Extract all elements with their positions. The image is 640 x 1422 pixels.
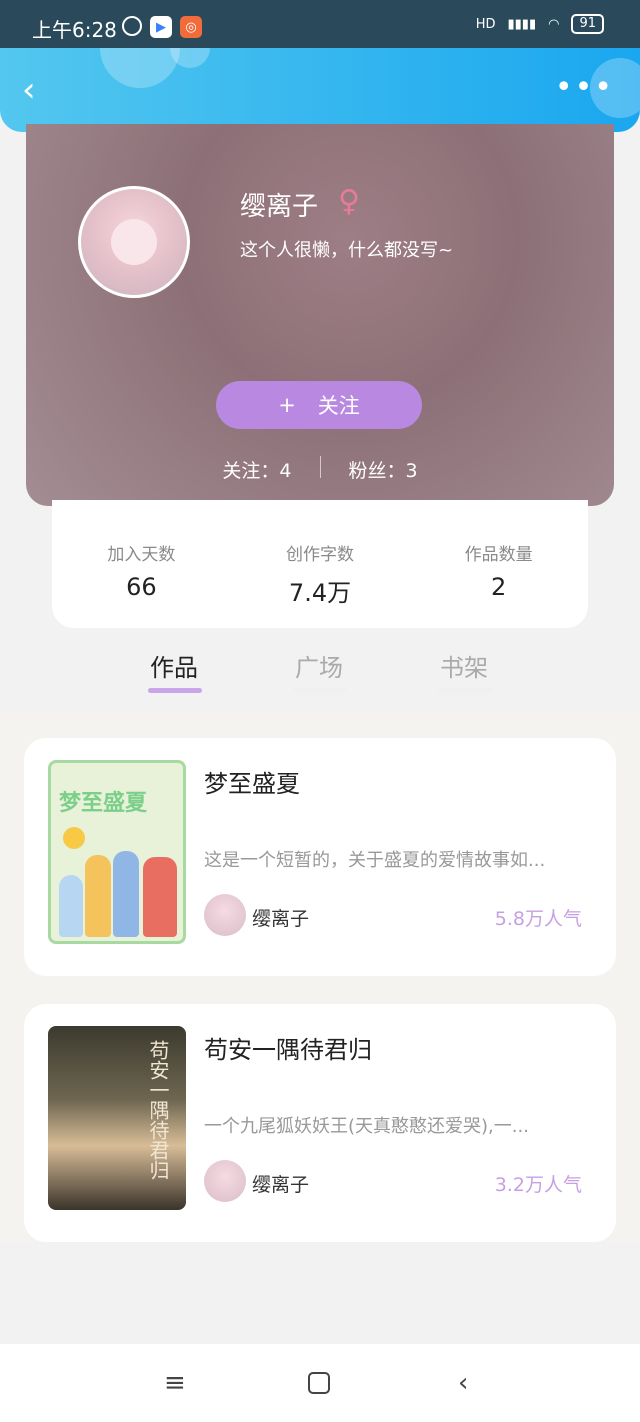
figure-illustration (113, 851, 139, 937)
book-cover[interactable]: 梦至盛夏 (48, 760, 186, 944)
status-right: HD ▮▮▮▮ ◠ 91 (476, 14, 604, 34)
stat-label: 加入天数 (107, 545, 176, 565)
plus-icon: + (278, 393, 296, 417)
tab-works[interactable]: 作品 (150, 648, 198, 683)
stat-word-count: 创作字数 7.4万 (231, 500, 410, 628)
tab-indicator (438, 688, 492, 693)
square-home-icon[interactable] (308, 1372, 330, 1394)
stat-value: 66 (126, 573, 157, 601)
stat-value: 2 (491, 573, 507, 601)
work-title[interactable]: 苟安一隅待君归 (204, 1030, 372, 1065)
decor-bubble (100, 48, 180, 88)
sun-illustration (63, 827, 85, 849)
stat-label: 作品数量 (464, 545, 533, 565)
work-title[interactable]: 梦至盛夏 (204, 764, 300, 799)
fans-count[interactable]: 粉丝：3 (349, 456, 418, 483)
work-description: 这是一个短暂的，关于盛夏的爱情故事如... (204, 850, 546, 871)
follow-button[interactable]: + 关注 (216, 381, 422, 429)
cover-title: 苟安一隅待君归 (146, 1040, 170, 1180)
stat-works-count: 作品数量 2 (409, 500, 588, 628)
divider (319, 456, 321, 478)
status-bar: 上午6:28 ▶ ◎ HD ▮▮▮▮ ◠ 91 (0, 0, 640, 48)
top-header: ‹ ••• (0, 48, 640, 132)
alarm-icon (122, 16, 142, 36)
cover-title: 梦至盛夏 (59, 791, 148, 816)
back-icon[interactable]: ‹ (458, 1370, 468, 1396)
work-description: 一个九尾狐妖妖王(天真憨憨还爱哭),一... (204, 1116, 529, 1137)
figure-illustration (143, 857, 177, 937)
battery-indicator: 91 (571, 14, 604, 34)
profile-card: 缨离子 ♀ 这个人很懒，什么都没写~ + 关注 关注：4 粉丝：3 (26, 124, 614, 506)
book-cover[interactable]: 苟安一隅待君归 (48, 1026, 186, 1210)
back-button[interactable]: ‹ (22, 73, 54, 107)
author-avatar (204, 894, 246, 936)
follow-counts: 关注：4 粉丝：3 (26, 456, 614, 483)
stat-value: 7.4万 (288, 579, 352, 607)
author-avatar (204, 1160, 246, 1202)
following-count[interactable]: 关注：4 (222, 456, 291, 483)
avatar[interactable] (78, 186, 190, 298)
tab-square[interactable]: 广场 (295, 648, 343, 683)
signal-icon: ▮▮▮▮ (507, 16, 537, 32)
system-nav-bar: ≡ ‹ (0, 1344, 640, 1422)
list-item[interactable]: 梦至盛夏 梦至盛夏 这是一个短暂的，关于盛夏的爱情故事如... 缨离子 5.8万… (24, 738, 616, 976)
works-list: 梦至盛夏 梦至盛夏 这是一个短暂的，关于盛夏的爱情故事如... 缨离子 5.8万… (0, 712, 640, 1242)
figure-illustration (59, 875, 83, 937)
stat-label: 创作字数 (286, 545, 354, 565)
tab-bar: 作品 广场 书架 (0, 640, 640, 712)
work-popularity: 5.8万人气 (494, 908, 582, 930)
menu-icon[interactable]: ≡ (164, 1370, 186, 1396)
wifi-icon: ◠ (548, 16, 560, 32)
figure-illustration (85, 855, 111, 937)
status-time: 上午6:28 (32, 18, 117, 42)
status-app-icons: ▶ ◎ (122, 16, 202, 38)
tab-indicator-active (148, 688, 202, 693)
more-button[interactable]: ••• (555, 73, 614, 103)
app-notification-icon: ◎ (180, 16, 202, 38)
stats-panel: 加入天数 66 创作字数 7.4万 作品数量 2 (52, 500, 588, 628)
play-store-icon: ▶ (150, 16, 172, 38)
profile-name: 缨离子 (240, 192, 319, 222)
tab-indicator (293, 688, 347, 693)
work-author: 缨离子 (252, 1174, 310, 1196)
list-item[interactable]: 苟安一隅待君归 苟安一隅待君归 一个九尾狐妖妖王(天真憨憨还爱哭),一... 缨… (24, 1004, 616, 1242)
profile-bio: 这个人很懒，什么都没写~ (240, 240, 454, 261)
work-author: 缨离子 (252, 908, 310, 930)
work-popularity: 3.2万人气 (494, 1174, 582, 1196)
follow-button-label: 关注 (317, 394, 360, 418)
tab-bookshelf[interactable]: 书架 (440, 648, 488, 683)
female-icon: ♀ (338, 184, 360, 219)
chevron-left-icon: ‹ (22, 70, 36, 110)
stat-join-days: 加入天数 66 (52, 500, 231, 628)
network-type: HD (475, 16, 496, 32)
more-dots-icon: ••• (554, 70, 614, 105)
